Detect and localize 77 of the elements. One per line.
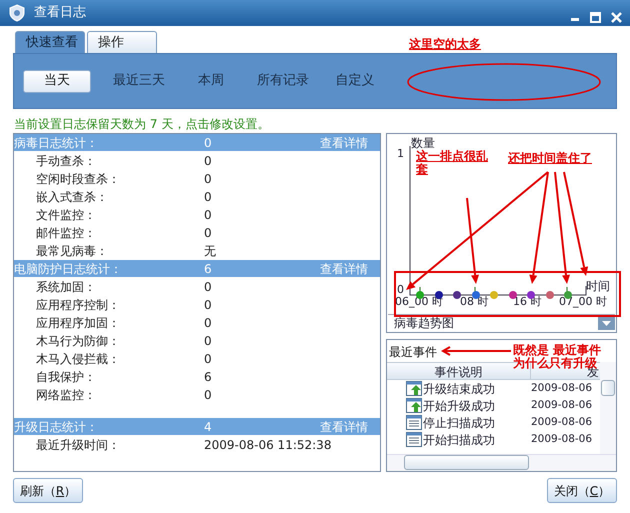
window-title: 查看日志	[34, 4, 86, 22]
stat-label: 邮件监控：	[35, 225, 97, 242]
upgrade-icon	[406, 398, 422, 413]
event-row[interactable]: 停止扫描成功 2009-08-06	[387, 414, 599, 431]
annotation-note: 这一排点很乱套	[416, 150, 489, 176]
retention-notice[interactable]: 当前设置日志保留天数为 7 天，点击修改设置。	[0, 109, 630, 133]
stat-label: 木马行为防御：	[35, 333, 121, 350]
range-button[interactable]: 所有记录	[249, 70, 317, 92]
range-button[interactable]: 当天	[23, 70, 91, 92]
tab[interactable]: 操作	[87, 31, 157, 53]
horizontal-scrollbar[interactable]	[387, 454, 616, 471]
stat-value: 0	[204, 297, 212, 314]
vertical-scrollbar[interactable]	[600, 362, 616, 454]
stat-label: 网络监控：	[35, 387, 97, 404]
axis-title: 时间	[586, 278, 610, 295]
section-count: 6	[204, 260, 213, 278]
event-date: 2009-08-06	[531, 398, 592, 413]
close-icon[interactable]	[611, 12, 622, 22]
tick-label: 08 时	[460, 294, 488, 310]
axis-title: 数量	[411, 135, 435, 150]
event-name: 升级结束成功	[423, 380, 495, 398]
stat-value: 0	[204, 333, 212, 350]
stat-label: 系统加固：	[35, 279, 97, 296]
events-title: 最近事件	[389, 345, 437, 359]
shield-icon	[8, 4, 26, 22]
stat-value: 0	[204, 153, 212, 170]
stat-label: 应用程序加固：	[35, 315, 121, 332]
annotation-note: 还把时间盖住了	[508, 152, 592, 165]
stat-label: 木马入侵拦截：	[35, 351, 121, 368]
tab[interactable]: 快速查看	[15, 31, 85, 53]
stat-label: 自我保护：	[35, 369, 97, 386]
section-title: 电脑防护日志统计：	[14, 260, 123, 278]
section-count: 4	[204, 418, 213, 436]
stat-label: 文件监控：	[35, 207, 97, 224]
range-button[interactable]: 最近三天	[105, 70, 173, 92]
stat-value: 0	[204, 189, 212, 206]
stat-value: 0	[204, 351, 212, 368]
upgrade-icon	[406, 381, 422, 396]
tick-label: 1	[397, 146, 404, 162]
section-title: 病毒日志统计：	[14, 134, 99, 152]
event-name: 开始扫描成功	[423, 432, 495, 448]
stat-label: 空闲时段查杀：	[35, 171, 121, 188]
list-icon	[406, 415, 422, 430]
dialog-button[interactable]: 关闭（C）	[547, 478, 617, 503]
stat-value: 6	[204, 369, 212, 386]
range-button[interactable]: 本周	[177, 70, 245, 92]
annotation-arrow	[441, 346, 513, 356]
event-date: 2009-08-06	[531, 414, 592, 430]
dialog-button[interactable]: 刷新（R）	[13, 478, 83, 503]
event-name: 开始升级成功	[423, 398, 495, 414]
event-row[interactable]: 开始扫描成功 2009-08-06	[387, 431, 599, 448]
stat-value: 0	[204, 279, 212, 296]
stat-label: 最近升级时间：	[35, 437, 121, 454]
event-date: 2009-08-06	[531, 380, 592, 396]
stat-value: 0	[204, 171, 212, 188]
stat-label: 最常见病毒：	[35, 243, 109, 260]
stat-value: 0	[204, 315, 212, 332]
event-row[interactable]: 升级结束成功 2009-08-06	[387, 380, 599, 397]
event-name: 停止扫描成功	[423, 414, 495, 432]
event-row[interactable]: 开始升级成功 2009-08-06	[387, 397, 599, 414]
tick-label: 0	[397, 282, 404, 296]
stat-value: 0	[204, 387, 212, 404]
stat-value: 无	[204, 243, 216, 260]
section-title: 升级日志统计：	[14, 418, 99, 436]
maximize-icon[interactable]	[590, 12, 601, 22]
list-icon	[406, 432, 422, 447]
stat-value: 2009-08-06 11:52:38	[204, 437, 332, 454]
stat-label: 嵌入式查杀：	[35, 189, 109, 206]
stat-value: 0	[204, 207, 212, 224]
stat-value: 0	[204, 225, 212, 242]
event-date: 2009-08-06	[531, 432, 592, 447]
annotation-note: 这里空的太多	[409, 38, 481, 51]
annotation-note: 既然是 最近事件	[513, 344, 602, 357]
stat-label: 手动查杀：	[35, 153, 97, 170]
section-count: 0	[204, 134, 213, 152]
range-button[interactable]: 自定义	[321, 70, 389, 92]
stat-label: 应用程序控制：	[35, 297, 121, 314]
